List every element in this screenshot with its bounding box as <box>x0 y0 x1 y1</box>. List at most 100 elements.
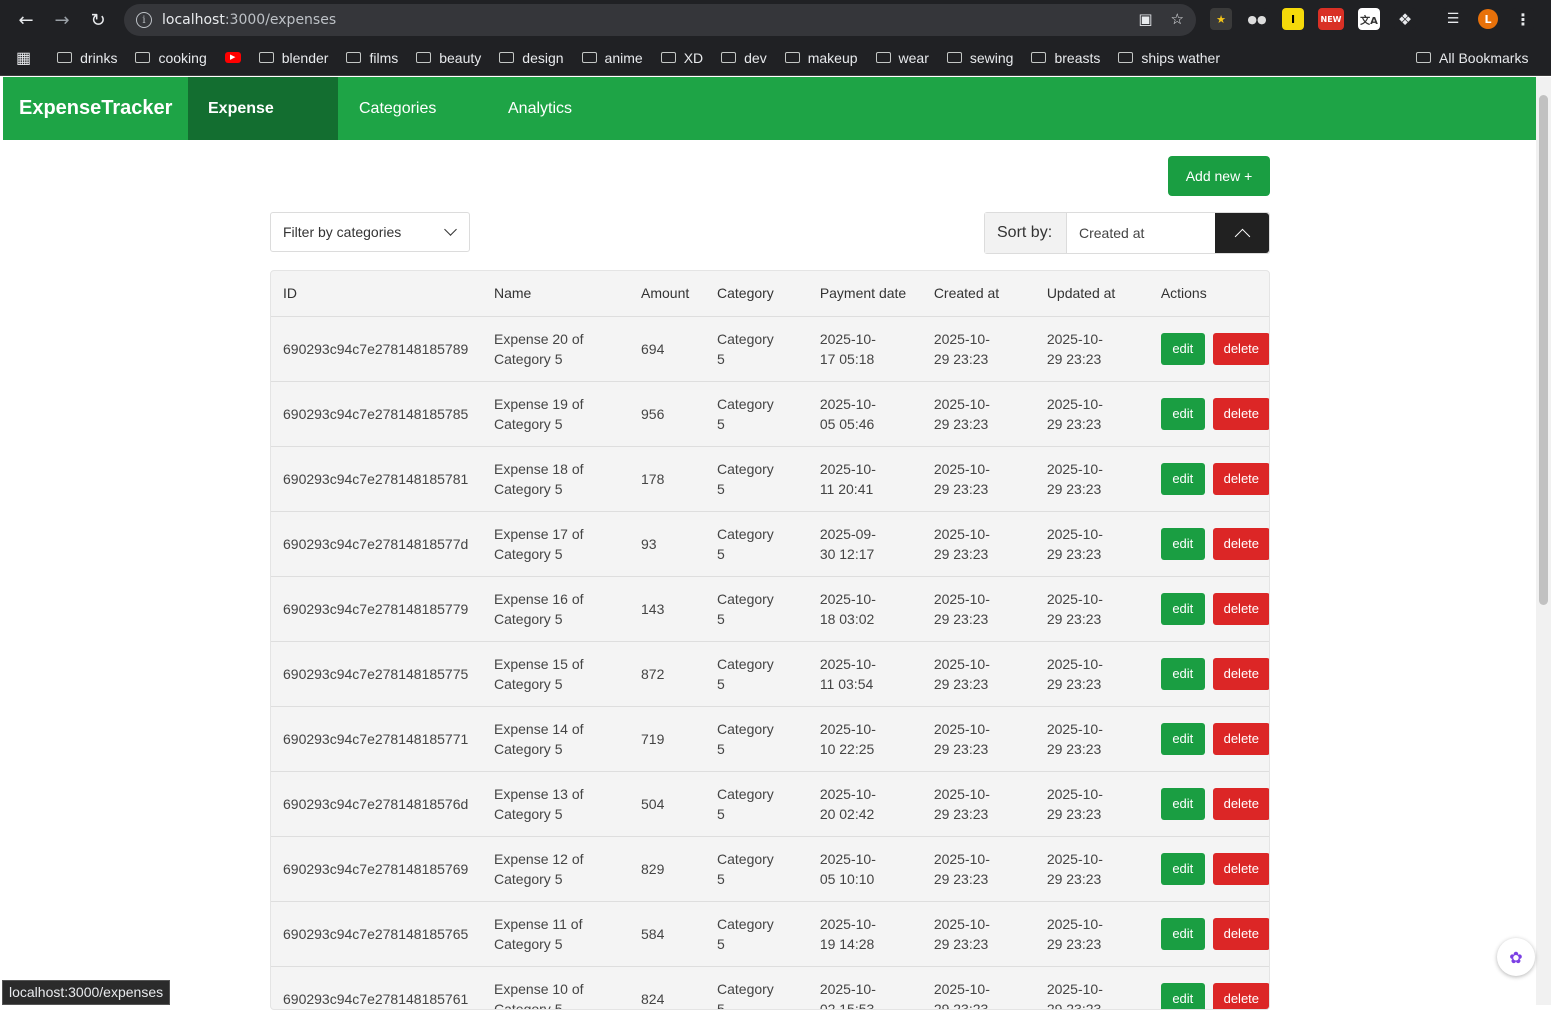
bookmark-folder[interactable]: anime <box>582 50 643 66</box>
folder-icon <box>876 52 891 63</box>
reload-icon[interactable]: ↻ <box>80 2 116 38</box>
col-header-amount: Amount <box>629 271 705 316</box>
edit-button[interactable]: edit <box>1161 853 1205 885</box>
profile-avatar[interactable]: L <box>1478 9 1498 29</box>
delete-button[interactable]: delete <box>1213 853 1270 885</box>
folder-icon <box>1031 52 1046 63</box>
back-arrow-icon[interactable]: ← <box>8 2 44 38</box>
cell-created-at: 2025-10-29 23:23 <box>922 641 1035 706</box>
extension-new-badge-icon[interactable]: NEW <box>1318 8 1344 30</box>
add-new-button[interactable]: Add new + <box>1168 156 1270 196</box>
cell-amount: 719 <box>629 706 705 771</box>
delete-button[interactable]: delete <box>1213 398 1270 430</box>
edit-button[interactable]: edit <box>1161 658 1205 690</box>
install-app-icon[interactable]: ▣ <box>1138 10 1152 28</box>
cell-id: 690293c94c7e27814818577d <box>271 511 482 576</box>
delete-button[interactable]: delete <box>1213 983 1270 1010</box>
folder-icon <box>661 52 676 63</box>
extension-star-icon[interactable]: ★ <box>1210 8 1232 30</box>
category-filter-select[interactable]: Filter by categories <box>270 212 470 252</box>
cell-category: Category 5 <box>705 446 808 511</box>
extension-glasses-icon[interactable]: ●● <box>1246 8 1268 30</box>
media-controls-icon[interactable]: ☰ <box>1442 8 1464 30</box>
cell-updated-at: 2025-10-29 23:23 <box>1035 381 1149 446</box>
extension-letter-icon[interactable]: I <box>1282 8 1304 30</box>
site-info-icon[interactable]: i <box>136 12 152 28</box>
expenses-table: ID Name Amount Category Payment date Cre… <box>270 270 1270 1010</box>
cell-updated-at: 2025-10-29 23:23 <box>1035 316 1149 381</box>
bookmark-folder[interactable]: XD <box>661 50 703 66</box>
bookmark-folder[interactable]: wear <box>876 50 929 66</box>
delete-button[interactable]: delete <box>1213 723 1270 755</box>
delete-button[interactable]: delete <box>1213 333 1270 365</box>
forward-arrow-icon[interactable]: → <box>44 2 80 38</box>
cell-name: Expense 11 of Category 5 <box>482 901 629 966</box>
table-row: 690293c94c7e278148185761Expense 10 of Ca… <box>271 966 1270 1010</box>
cell-updated-at: 2025-10-29 23:23 <box>1035 901 1149 966</box>
table-header-row: ID Name Amount Category Payment date Cre… <box>271 271 1270 316</box>
cell-category: Category 5 <box>705 706 808 771</box>
cell-category: Category 5 <box>705 316 808 381</box>
bookmark-folder[interactable]: breasts <box>1031 50 1100 66</box>
bookmark-folder[interactable]: beauty <box>416 50 481 66</box>
bookmark-folder[interactable]: blender <box>259 50 329 66</box>
cell-amount: 93 <box>629 511 705 576</box>
table-row: 690293c94c7e278148185765Expense 11 of Ca… <box>271 901 1270 966</box>
edit-button[interactable]: edit <box>1161 723 1205 755</box>
brand-logo[interactable]: ExpenseTracker <box>3 97 188 120</box>
sort-direction-button[interactable] <box>1215 213 1269 253</box>
apps-grid-icon[interactable]: ▦ <box>16 48 31 68</box>
nav-analytics[interactable]: Analytics <box>488 77 592 140</box>
browser-toolbar: ← → ↻ i localhost:3000/expenses ▣ ☆ ★ ●●… <box>0 0 1551 40</box>
sort-field-select[interactable]: Created at <box>1067 225 1217 241</box>
cell-amount: 694 <box>629 316 705 381</box>
bookmark-folder[interactable]: dev <box>721 50 767 66</box>
delete-button[interactable]: delete <box>1213 918 1270 950</box>
address-bar[interactable]: i localhost:3000/expenses ▣ ☆ <box>124 4 1196 36</box>
table-row: 690293c94c7e27814818576dExpense 13 of Ca… <box>271 771 1270 836</box>
menu-kebab-icon[interactable]: ⋮ <box>1512 8 1534 30</box>
cell-updated-at: 2025-10-29 23:23 <box>1035 706 1149 771</box>
edit-button[interactable]: edit <box>1161 463 1205 495</box>
bookmark-folder[interactable]: drinks <box>57 50 117 66</box>
edit-button[interactable]: edit <box>1161 398 1205 430</box>
folder-icon <box>416 52 431 63</box>
edit-button[interactable]: edit <box>1161 983 1205 1010</box>
bookmarks-bar: ▦ drinks cooking ▶ blender films beauty design… <box>0 40 1551 76</box>
scrollbar-thumb[interactable] <box>1539 95 1548 605</box>
bookmark-folder[interactable]: ships wather <box>1118 50 1220 66</box>
cell-name: Expense 17 of Category 5 <box>482 511 629 576</box>
folder-icon <box>947 52 962 63</box>
bookmark-folder[interactable]: makeup <box>785 50 858 66</box>
edit-button[interactable]: edit <box>1161 918 1205 950</box>
youtube-icon[interactable]: ▶ <box>225 52 241 63</box>
table-row: 690293c94c7e278148185785Expense 19 of Ca… <box>271 381 1270 446</box>
extension-translate-icon[interactable]: 文A <box>1358 8 1380 30</box>
assistant-bubble-icon[interactable]: ✿ <box>1497 938 1535 976</box>
extensions-puzzle-icon[interactable]: ❖ <box>1394 8 1416 30</box>
edit-button[interactable]: edit <box>1161 528 1205 560</box>
nav-expense[interactable]: Expense <box>188 77 338 140</box>
bookmark-all[interactable]: All Bookmarks <box>1416 50 1528 66</box>
edit-button[interactable]: edit <box>1161 788 1205 820</box>
cell-actions: editdelete <box>1149 511 1270 576</box>
edit-button[interactable]: edit <box>1161 593 1205 625</box>
cell-amount: 829 <box>629 836 705 901</box>
bookmark-folder[interactable]: sewing <box>947 50 1014 66</box>
delete-button[interactable]: delete <box>1213 528 1270 560</box>
delete-button[interactable]: delete <box>1213 593 1270 625</box>
delete-button[interactable]: delete <box>1213 788 1270 820</box>
bookmark-label: design <box>522 50 563 66</box>
bookmark-star-icon[interactable]: ☆ <box>1171 10 1184 28</box>
delete-button[interactable]: delete <box>1213 658 1270 690</box>
cell-payment-date: 2025-10-10 22:25 <box>808 706 922 771</box>
bookmark-folder[interactable]: design <box>499 50 563 66</box>
edit-button[interactable]: edit <box>1161 333 1205 365</box>
bookmark-folder[interactable]: cooking <box>135 50 206 66</box>
bookmark-folder[interactable]: films <box>346 50 398 66</box>
chevron-up-icon <box>1234 228 1250 244</box>
nav-categories[interactable]: Categories <box>338 77 488 140</box>
delete-button[interactable]: delete <box>1213 463 1270 495</box>
cell-category: Category 5 <box>705 836 808 901</box>
page-scrollbar[interactable] <box>1536 77 1551 1005</box>
